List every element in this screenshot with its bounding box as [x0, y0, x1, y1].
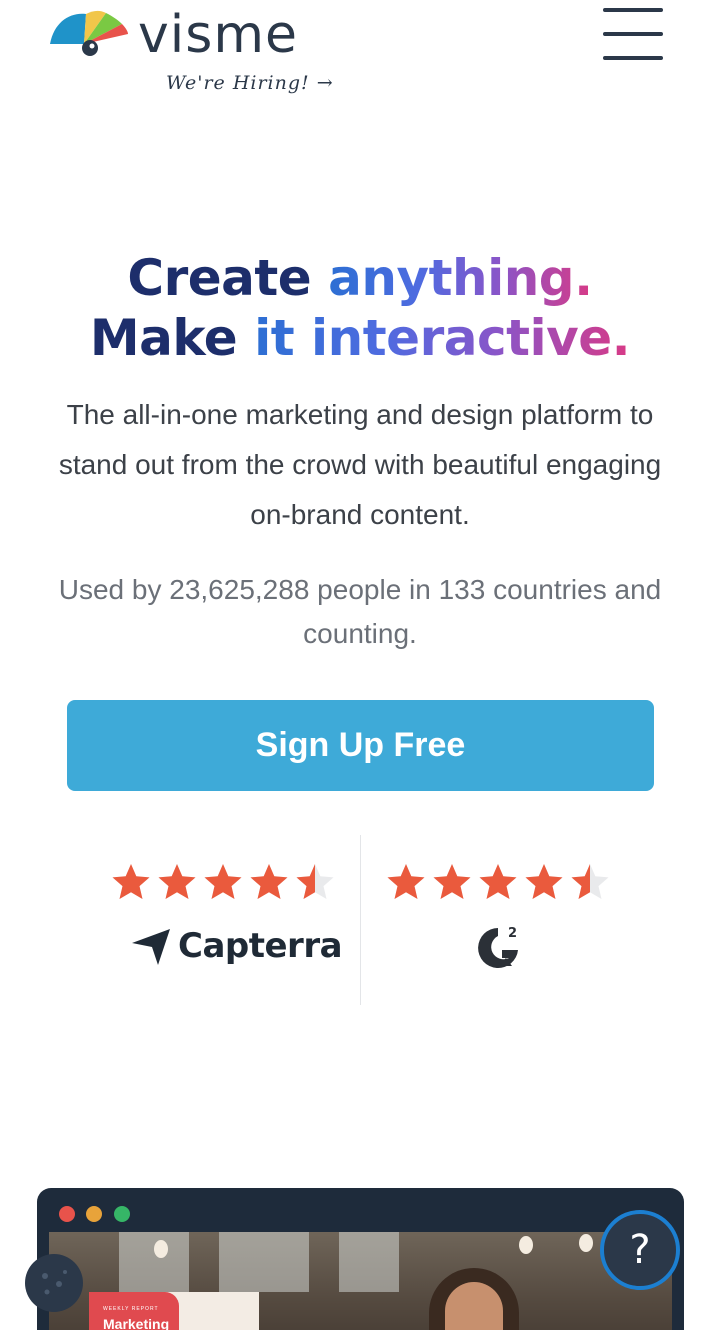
- help-chat-button[interactable]: ?: [600, 1210, 680, 1290]
- window-close-dot: [59, 1206, 75, 1222]
- menu-bar-icon: [603, 56, 663, 60]
- ratings-divider: [360, 835, 361, 1005]
- lamp-icon: [519, 1236, 533, 1254]
- capterra-logo[interactable]: Capterra: [130, 925, 343, 967]
- g2-logo-icon[interactable]: 2: [472, 922, 524, 974]
- visme-logo-icon: [50, 10, 128, 56]
- capterra-arrow-icon: [132, 929, 170, 965]
- rating-star-icon: [477, 861, 519, 903]
- lamp-icon: [154, 1240, 168, 1258]
- g2-stars: [385, 860, 625, 904]
- rating-star-icon: [431, 861, 473, 903]
- rating-star-icon: [156, 861, 198, 903]
- preview-document: WEEKLY REPORT Marketing: [89, 1292, 259, 1330]
- window-minimize-dot: [86, 1206, 102, 1222]
- g2-rating: [385, 860, 625, 904]
- cookie-icon: [42, 1270, 67, 1295]
- doc-title: Marketing: [103, 1316, 170, 1330]
- rating-star-icon: [569, 861, 611, 903]
- rating-star-icon: [385, 861, 427, 903]
- svg-text:2: 2: [508, 926, 517, 941]
- capterra-wordmark: Capterra: [178, 926, 343, 966]
- hero-headline: Create anything. Make it interactive.: [0, 248, 720, 368]
- hero-lead-text: The all-in-one marketing and design plat…: [58, 399, 662, 530]
- hiring-link[interactable]: We're Hiring! →: [166, 72, 334, 94]
- cookie-settings-button[interactable]: [25, 1254, 83, 1312]
- menu-bar-icon: [603, 8, 663, 12]
- rating-star-icon: [110, 861, 152, 903]
- visme-logo[interactable]: visme We're Hiring! →: [48, 4, 348, 104]
- usage-stats: Used by 23,625,288 people in 133 countri…: [58, 574, 662, 649]
- headline-make: Make: [89, 309, 255, 367]
- capterra-rating: [110, 860, 350, 904]
- headline-anything: anything.: [328, 249, 593, 307]
- logo-wordmark: visme: [138, 5, 298, 65]
- lamp-icon: [579, 1234, 593, 1252]
- rating-star-icon: [202, 861, 244, 903]
- window-maximize-dot: [114, 1206, 130, 1222]
- product-preview-window: WEEKLY REPORT Marketing: [37, 1188, 684, 1330]
- headline-interactive: it interactive.: [254, 309, 631, 367]
- headline-create: Create: [127, 249, 329, 307]
- rating-star-icon: [248, 861, 290, 903]
- rating-star-icon: [523, 861, 565, 903]
- menu-bar-icon: [603, 32, 663, 36]
- hamburger-menu-button[interactable]: [600, 4, 666, 64]
- rating-star-icon: [294, 861, 336, 903]
- preview-video[interactable]: WEEKLY REPORT Marketing: [49, 1232, 672, 1330]
- doc-kicker: WEEKLY REPORT: [103, 1306, 159, 1312]
- sign-up-free-button[interactable]: Sign Up Free: [67, 700, 654, 791]
- capterra-stars: [110, 860, 350, 904]
